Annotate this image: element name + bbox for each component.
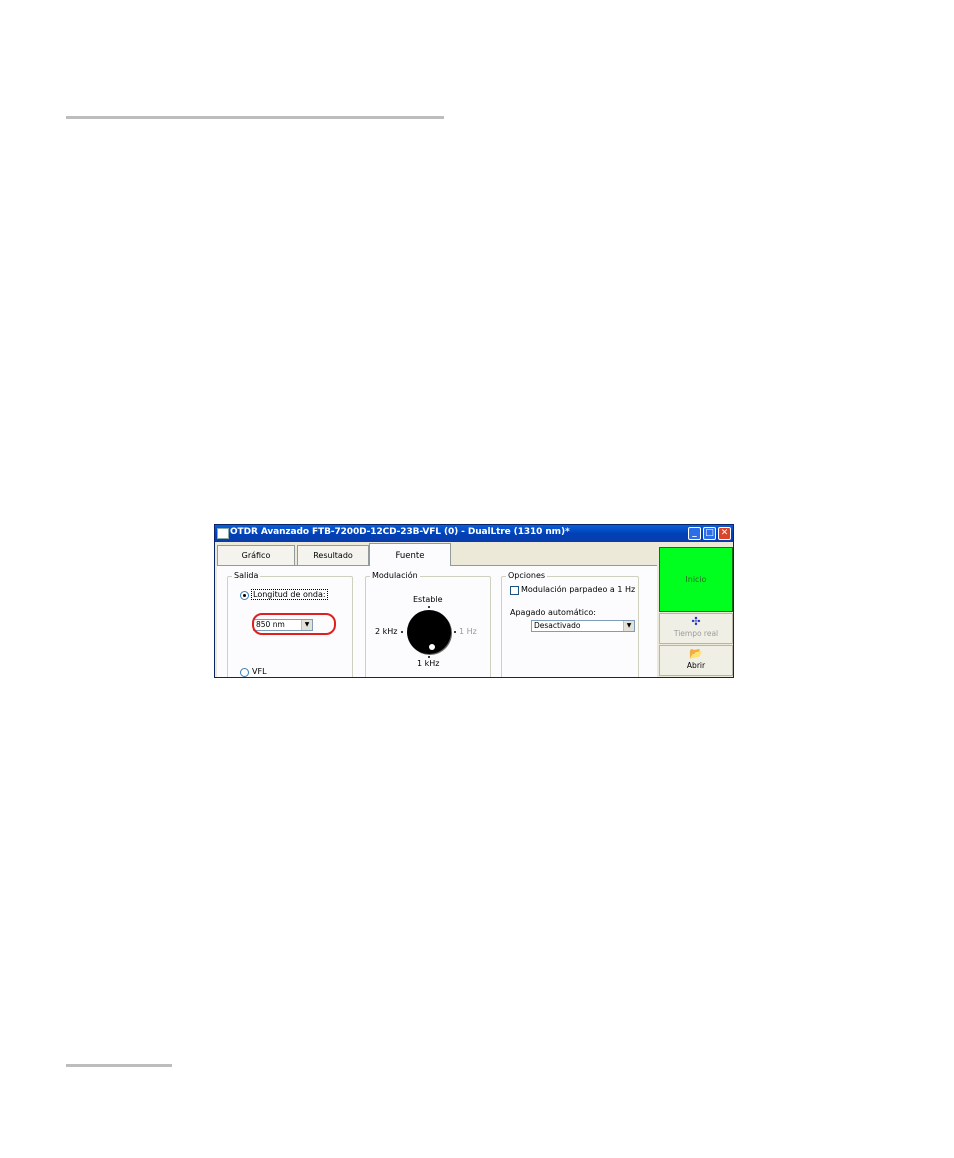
mod-2khz-label: 2 kHz <box>375 627 398 636</box>
tiempo-real-button[interactable]: ✣ Tiempo real <box>659 613 733 644</box>
action-panel: Inicio ✣ Tiempo real 📂 Abrir <box>658 545 733 677</box>
auto-off-select[interactable]: Desactivado ▼ <box>531 620 635 632</box>
footer-rule <box>66 1064 172 1067</box>
maximize-button[interactable]: □ <box>703 527 716 540</box>
tab-bar: Gráfico Resultado Fuente <box>217 543 657 566</box>
tab-fuente[interactable]: Fuente <box>369 543 451 566</box>
tab-resultado[interactable]: Resultado <box>297 545 369 565</box>
tiempo-real-label: Tiempo real <box>673 629 719 638</box>
mod-1hz-label: 1 Hz <box>459 627 477 636</box>
modulacion-group: Modulación Estable 2 kHz 1 Hz 1 kHz <box>365 571 491 677</box>
wavelength-radio[interactable] <box>240 591 249 600</box>
app-window: OTDR Avanzado FTB-7200D-12CD-23B-VFL (0)… <box>214 524 734 678</box>
salida-group: Salida Longitud de onda: 850 nm ▼ VFL <box>227 571 353 677</box>
abrir-button[interactable]: 📂 Abrir <box>659 645 733 676</box>
mod-tick-bottom <box>428 656 430 658</box>
modulacion-group-label: Modulación <box>370 571 420 580</box>
folder-open-icon: 📂 <box>689 647 703 660</box>
mod-tick-left <box>401 631 403 633</box>
salida-group-label: Salida <box>232 571 261 580</box>
tab-content-fuente: Salida Longitud de onda: 850 nm ▼ VFL Mo… <box>217 565 657 677</box>
mod-tick-right <box>454 631 456 633</box>
auto-off-value: Desactivado <box>534 621 581 630</box>
vfl-label[interactable]: VFL <box>252 667 267 676</box>
mod-1khz-label: 1 kHz <box>417 659 440 668</box>
chevron-down-icon[interactable]: ▼ <box>623 621 634 631</box>
title-bar[interactable]: OTDR Avanzado FTB-7200D-12CD-23B-VFL (0)… <box>215 525 733 542</box>
wavelength-label[interactable]: Longitud de onda: <box>251 589 328 600</box>
abrir-label: Abrir <box>686 661 706 670</box>
header-rule <box>66 116 444 119</box>
auto-off-label: Apagado automático: <box>510 608 596 617</box>
modulation-knob[interactable] <box>407 610 451 654</box>
opciones-group-label: Opciones <box>506 571 548 580</box>
minimize-button[interactable]: _ <box>688 527 701 540</box>
knob-indicator <box>429 644 435 650</box>
highlight-ring <box>252 613 336 635</box>
vfl-radio[interactable] <box>240 668 249 677</box>
app-icon <box>217 528 229 539</box>
blink-checkbox[interactable] <box>510 586 519 595</box>
tab-grafico[interactable]: Gráfico <box>217 545 295 565</box>
mod-estable-label: Estable <box>413 595 443 604</box>
inicio-button[interactable]: Inicio <box>659 547 733 612</box>
mod-tick-top <box>428 606 430 608</box>
crosshair-icon: ✣ <box>691 615 701 628</box>
window-title: OTDR Avanzado FTB-7200D-12CD-23B-VFL (0)… <box>230 527 570 537</box>
close-button[interactable]: ✕ <box>718 527 731 540</box>
blink-label[interactable]: Modulación parpadeo a 1 Hz <box>521 585 635 594</box>
opciones-group: Opciones Modulación parpadeo a 1 Hz Apag… <box>501 571 639 677</box>
